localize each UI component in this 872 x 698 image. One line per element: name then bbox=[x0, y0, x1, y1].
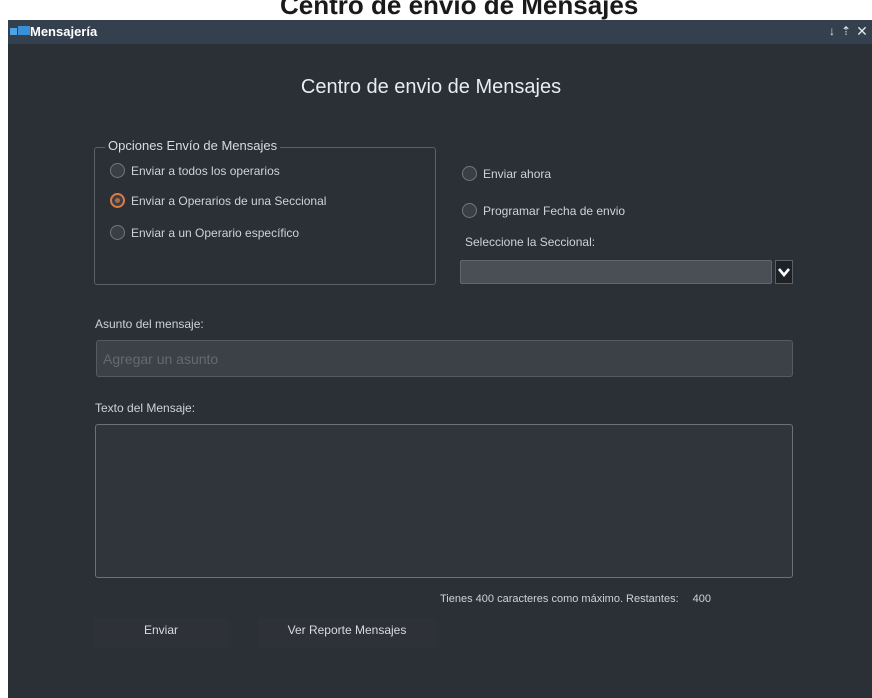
seccional-label: Seleccione la Seccional: bbox=[465, 235, 596, 249]
radio-circle bbox=[110, 225, 125, 240]
radio-schedule-date[interactable]: Programar Fecha de envio bbox=[462, 203, 625, 218]
pin-icon[interactable]: ↓ bbox=[826, 23, 838, 39]
app-icon bbox=[10, 26, 30, 35]
mensajeria-window: Mensajería ↓ ⇡ ✕ Centro de envio de Mens… bbox=[8, 20, 872, 698]
radio-label: Enviar a Operarios de una Seccional bbox=[131, 193, 327, 208]
message-label: Texto del Mensaje: bbox=[95, 401, 196, 415]
radio-label: Programar Fecha de envio bbox=[483, 203, 626, 218]
seccional-select[interactable] bbox=[460, 260, 772, 284]
background-window-strip: Centro de envio de Mensajes bbox=[0, 0, 872, 20]
maximize-icon[interactable]: ⇡ bbox=[840, 23, 852, 39]
seccional-dropdown-button[interactable] bbox=[775, 260, 793, 284]
radio-label: Enviar a un Operario específico bbox=[131, 225, 300, 240]
chevron-down-icon bbox=[778, 268, 790, 277]
view-report-button[interactable]: Ver Reporte Mensajes bbox=[258, 618, 436, 648]
send-button[interactable]: Enviar bbox=[94, 618, 228, 648]
radio-circle bbox=[462, 166, 477, 181]
counter-remaining: 400 bbox=[692, 593, 711, 605]
radio-circle-checked bbox=[110, 193, 125, 208]
window-title: Mensajería bbox=[30, 24, 98, 39]
page-title: Centro de envio de Mensajes bbox=[300, 76, 562, 98]
radio-send-seccional[interactable]: Enviar a Operarios de una Seccional bbox=[110, 193, 326, 208]
close-icon[interactable]: ✕ bbox=[856, 23, 868, 39]
radio-circle bbox=[462, 203, 477, 218]
radio-send-specific[interactable]: Enviar a un Operario específico bbox=[110, 225, 299, 240]
send-options-legend: Opciones Envío de Mensajes bbox=[105, 138, 281, 153]
title-bar[interactable]: Mensajería ↓ ⇡ ✕ bbox=[8, 20, 872, 44]
radio-label: Enviar a todos los operarios bbox=[131, 163, 280, 178]
radio-label: Enviar ahora bbox=[483, 166, 552, 181]
radio-send-now[interactable]: Enviar ahora bbox=[462, 166, 551, 181]
radio-send-all[interactable]: Enviar a todos los operarios bbox=[110, 163, 280, 178]
message-textarea[interactable] bbox=[95, 424, 793, 578]
counter-text: Tienes 400 caracteres como máximo. Resta… bbox=[440, 593, 679, 605]
radio-circle bbox=[110, 163, 125, 178]
background-title-fragment: Centro de envio de Mensajes bbox=[280, 0, 639, 20]
subject-label: Asunto del mensaje: bbox=[95, 317, 204, 331]
character-counter: Tienes 400 caracteres como máximo. Resta… bbox=[440, 593, 711, 605]
subject-input[interactable] bbox=[96, 340, 793, 377]
